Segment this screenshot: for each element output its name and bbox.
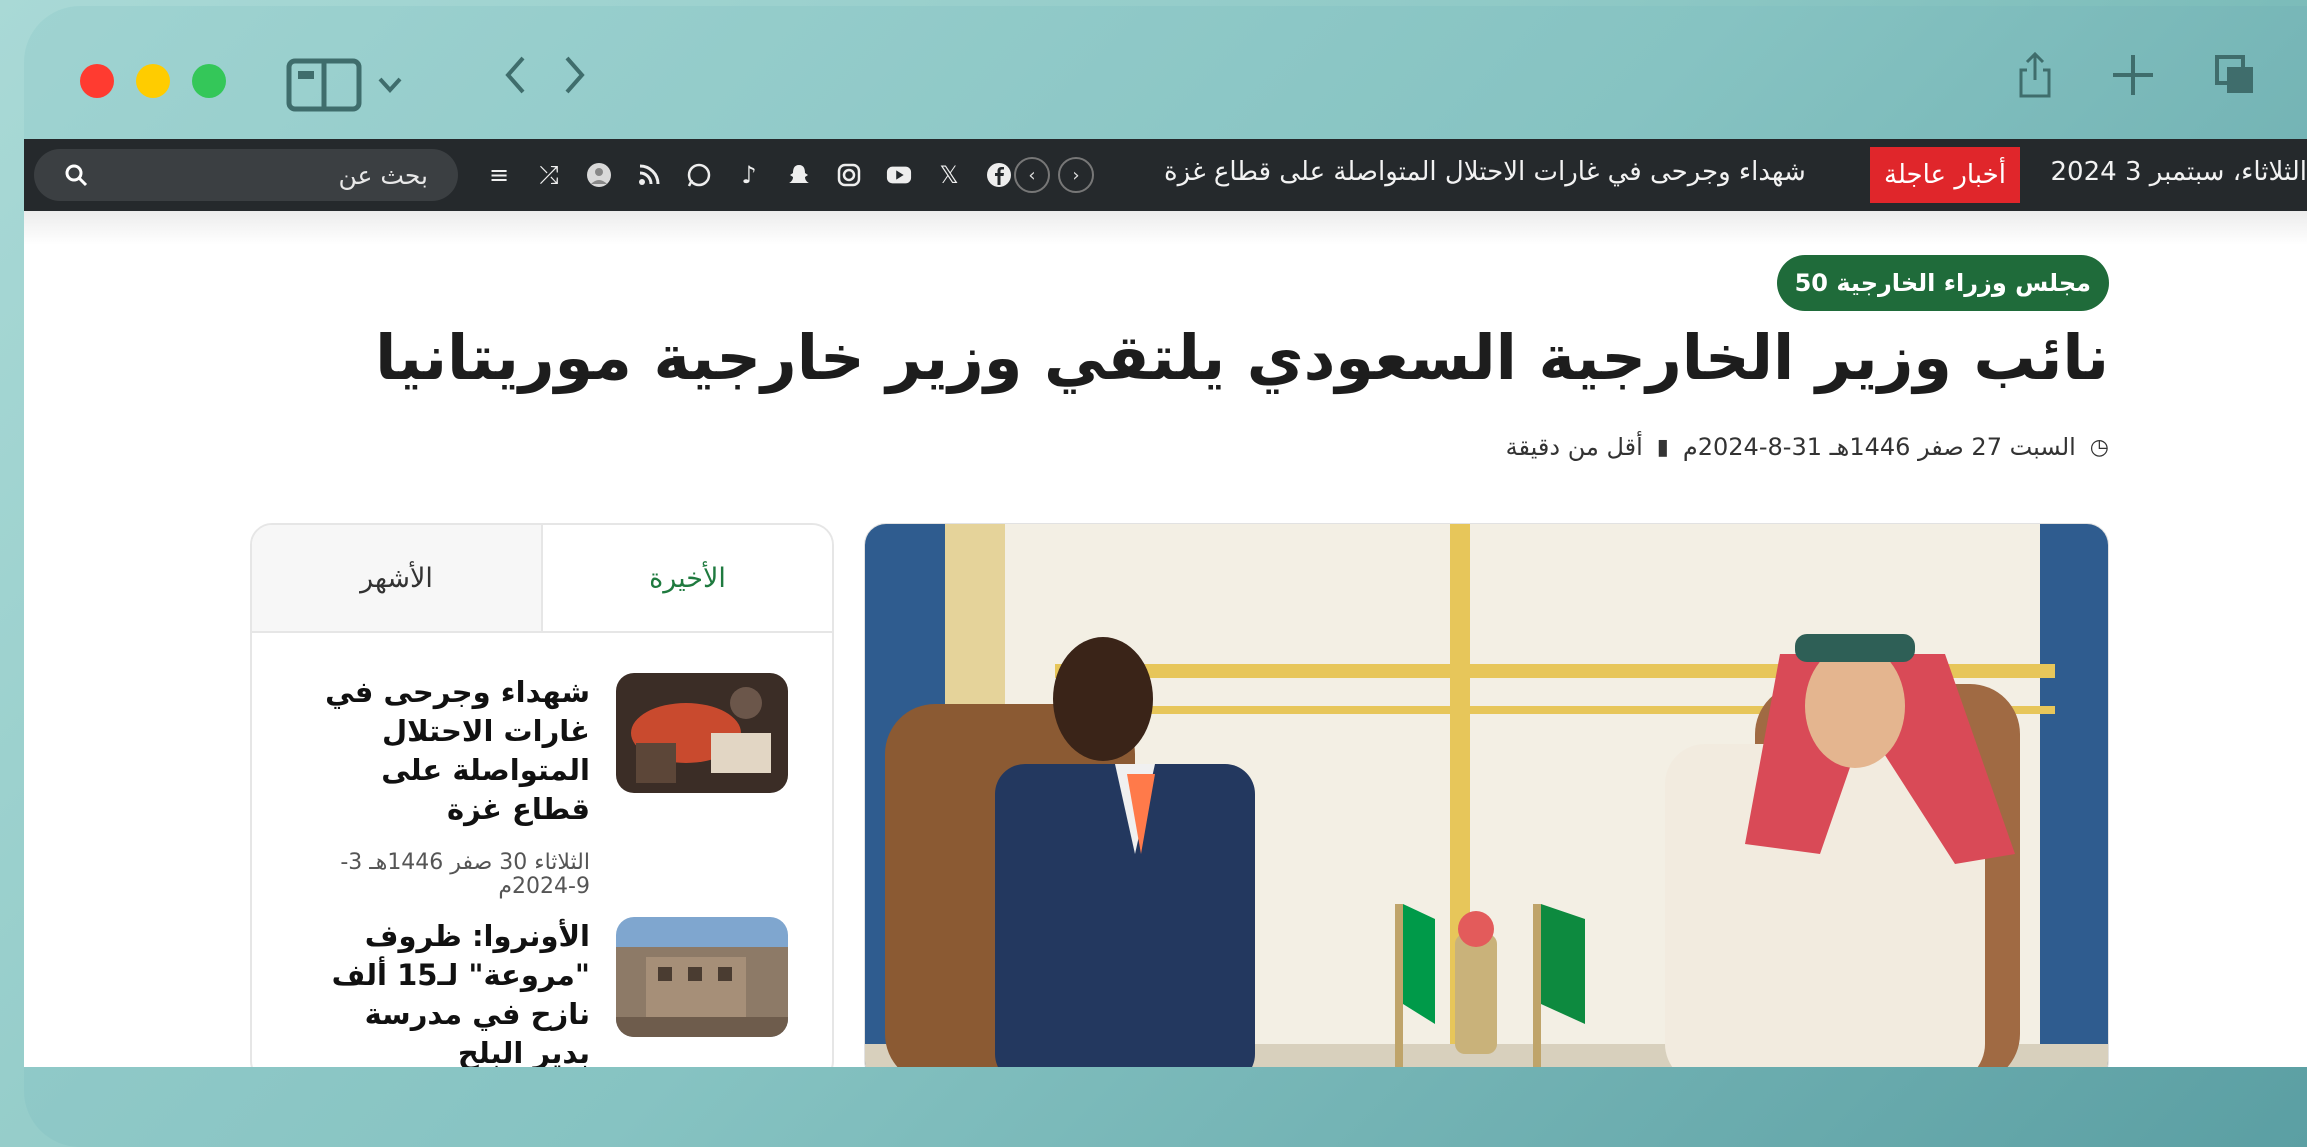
browser-window: بحث عن ≡ ⤮ ♪ 𝕏 ‹ › شهداء وجرحى في غارات … [24, 6, 2307, 1147]
back-icon[interactable] [502, 54, 528, 96]
article-meta: ◷ السبت 27 صفر 1446هـ 31-8-2024م ▮ أقل م… [1506, 433, 2109, 461]
browser-chrome [24, 6, 2307, 136]
zoom-window-button[interactable] [192, 64, 226, 98]
rss-icon[interactable] [636, 162, 662, 188]
article-page: مجلس وزراء الخارجية 50 نائب وزير الخارجي… [24, 211, 2307, 1067]
share-icon[interactable] [2017, 50, 2053, 100]
breaking-news-ticker[interactable]: شهداء وجرحى في غارات الاحتلال المتواصلة … [1164, 157, 1806, 187]
list-item[interactable]: الأونروا: ظروف "مروعة" لـ15 ألف نازح في … [308, 917, 788, 1067]
item-thumbnail[interactable] [616, 673, 788, 793]
youtube-icon[interactable] [886, 162, 912, 188]
breaking-news-label: أخبار عاجلة [1870, 147, 2020, 203]
tabs-overview-icon[interactable] [2213, 53, 2257, 97]
ticker-next-button[interactable]: › [1058, 157, 1094, 193]
sidebar-widget: الأشهر الأخيرة شهداء وجرحى في غارات الاح… [250, 523, 834, 1067]
menu-icon[interactable]: ≡ [486, 161, 512, 189]
search-placeholder: بحث عن [338, 160, 428, 190]
category-badge[interactable]: مجلس وزراء الخارجية 50 [1776, 255, 2109, 311]
browser-actions [2017, 50, 2257, 100]
window-controls [80, 64, 226, 98]
item-title[interactable]: شهداء وجرحى في غارات الاحتلال المتواصلة … [300, 673, 590, 829]
tiktok-icon[interactable]: ♪ [736, 161, 762, 189]
bookmark-icon: ▮ [1656, 434, 1669, 460]
search-icon[interactable] [64, 163, 88, 187]
news-top-bar: بحث عن ≡ ⤮ ♪ 𝕏 ‹ › شهداء وجرحى في غارات … [24, 139, 2307, 211]
tab-latest[interactable]: الأخيرة [543, 525, 832, 631]
x-icon[interactable]: 𝕏 [936, 161, 962, 189]
tab-popular[interactable]: الأشهر [252, 525, 543, 631]
sidebar-tabs: الأشهر الأخيرة [252, 525, 832, 633]
item-photo-illustration [616, 917, 788, 1037]
sidebar-icon [286, 58, 362, 112]
search-box[interactable]: بحث عن [34, 149, 458, 201]
item-photo-illustration [616, 673, 788, 793]
history-navigation [502, 54, 588, 96]
social-icons: ≡ ⤮ ♪ 𝕏 [486, 153, 1012, 197]
item-title[interactable]: الأونروا: ظروف "مروعة" لـ15 ألف نازح في … [300, 917, 590, 1067]
article-date: السبت 27 صفر 1446هـ 31-8-2024م [1682, 433, 2076, 461]
snapchat-icon[interactable] [786, 162, 812, 188]
sidebar-toggle-button[interactable] [286, 58, 404, 112]
read-time: أقل من دقيقة [1505, 433, 1643, 461]
article-photo[interactable] [864, 523, 2109, 1067]
instagram-icon[interactable] [836, 162, 862, 188]
window-bottom-area [24, 1067, 2307, 1147]
new-tab-icon[interactable] [2109, 51, 2157, 99]
item-date: الثلاثاء 30 صفر 1446هـ 3-9-2024م [340, 850, 590, 899]
forward-icon[interactable] [562, 54, 588, 96]
facebook-icon[interactable] [986, 162, 1012, 188]
minimize-window-button[interactable] [136, 64, 170, 98]
whatsapp-icon[interactable] [686, 162, 712, 188]
close-window-button[interactable] [80, 64, 114, 98]
shuffle-icon[interactable]: ⤮ [536, 161, 562, 189]
page-shadow [24, 211, 2307, 245]
clock-icon: ◷ [2089, 434, 2109, 460]
ticker-prev-button[interactable]: ‹ [1014, 157, 1050, 193]
current-date: الثلاثاء، سبتمبر 3 2024 [2050, 157, 2307, 187]
chevron-down-icon [378, 77, 402, 93]
article-headline: نائب وزير الخارجية السعودي يلتقي وزير خا… [375, 321, 2109, 394]
list-item[interactable]: شهداء وجرحى في غارات الاحتلال المتواصلة … [308, 673, 788, 899]
item-thumbnail[interactable] [616, 917, 788, 1037]
meeting-photo-illustration [865, 524, 2108, 1067]
ticker-navigation: ‹ › [1014, 157, 1094, 193]
avatar-icon[interactable] [586, 162, 612, 188]
